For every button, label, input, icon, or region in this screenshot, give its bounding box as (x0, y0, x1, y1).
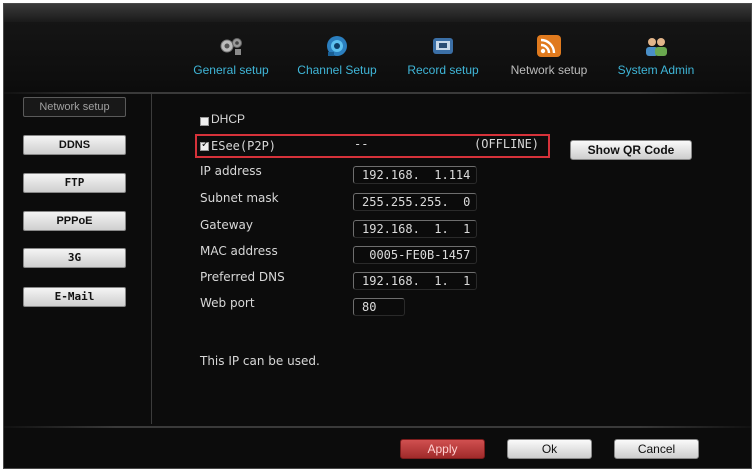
tab-channel-setup[interactable]: Channel Setup (288, 34, 386, 77)
tab-label: Network setup (510, 63, 588, 77)
tab-label: Channel Setup (297, 63, 377, 77)
camera-icon (327, 36, 347, 56)
wifi-icon (537, 35, 561, 57)
tab-label: General setup (193, 63, 269, 77)
sidebar-item-3g[interactable]: 3G (23, 248, 126, 268)
divider (4, 92, 751, 94)
tab-network-setup[interactable]: Network setup (500, 34, 598, 77)
tab-general-setup[interactable]: General setup (188, 34, 274, 77)
status-message: This IP can be used. (200, 354, 320, 368)
recorder-icon (433, 38, 453, 54)
dhcp-checkbox[interactable] (200, 117, 209, 126)
web-port-label: Web port (200, 296, 255, 310)
esee-value: -- (354, 137, 369, 151)
tab-record-setup[interactable]: Record setup (398, 34, 488, 77)
sidebar-item-ftp[interactable]: FTP (23, 173, 126, 193)
ip-address-label: IP address (200, 164, 262, 178)
gateway-label: Gateway (200, 218, 254, 232)
ip-address-field[interactable]: 192.168. 1.114 (353, 166, 477, 184)
dhcp-label: DHCP (211, 112, 246, 126)
web-port-field[interactable]: 80 (353, 298, 405, 316)
mac-address-label: MAC address (200, 244, 278, 258)
checkmark-icon: ✓ (201, 139, 210, 150)
tab-label: System Admin (617, 63, 695, 77)
sidebar-item-ddns[interactable]: DDNS (23, 135, 126, 155)
ok-button[interactable]: Ok (507, 439, 592, 459)
show-qr-code-button[interactable]: Show QR Code (570, 140, 692, 160)
sidebar-item-pppoe[interactable]: PPPoE (23, 211, 126, 231)
preferred-dns-label: Preferred DNS (200, 270, 285, 284)
esee-status: (OFFLINE) (474, 137, 540, 151)
title-bar (4, 4, 751, 22)
preferred-dns-field[interactable]: 192.168. 1. 1 (353, 272, 477, 290)
users-icon (646, 38, 667, 56)
mac-address-field[interactable]: 0005-FE0B-1457 (353, 246, 477, 264)
sidebar-item-email[interactable]: E-Mail (23, 287, 126, 307)
settings-window: General setup Channel Setup Record setup… (3, 3, 752, 469)
tab-label: Record setup (407, 63, 479, 77)
gears-icon (220, 38, 242, 55)
apply-button[interactable]: Apply (400, 439, 485, 459)
subnet-mask-label: Subnet mask (200, 191, 279, 205)
esee-label: ESee(P2P) (211, 139, 277, 153)
esee-checkbox[interactable]: ✓ (200, 139, 210, 151)
sidebar-item-network-setup[interactable]: Network setup (23, 97, 126, 117)
cancel-button[interactable]: Cancel (614, 439, 699, 459)
subnet-mask-field[interactable]: 255.255.255. 0 (353, 193, 477, 211)
gateway-field[interactable]: 192.168. 1. 1 (353, 220, 477, 238)
tab-system-admin[interactable]: System Admin (608, 34, 704, 77)
divider (151, 92, 152, 424)
